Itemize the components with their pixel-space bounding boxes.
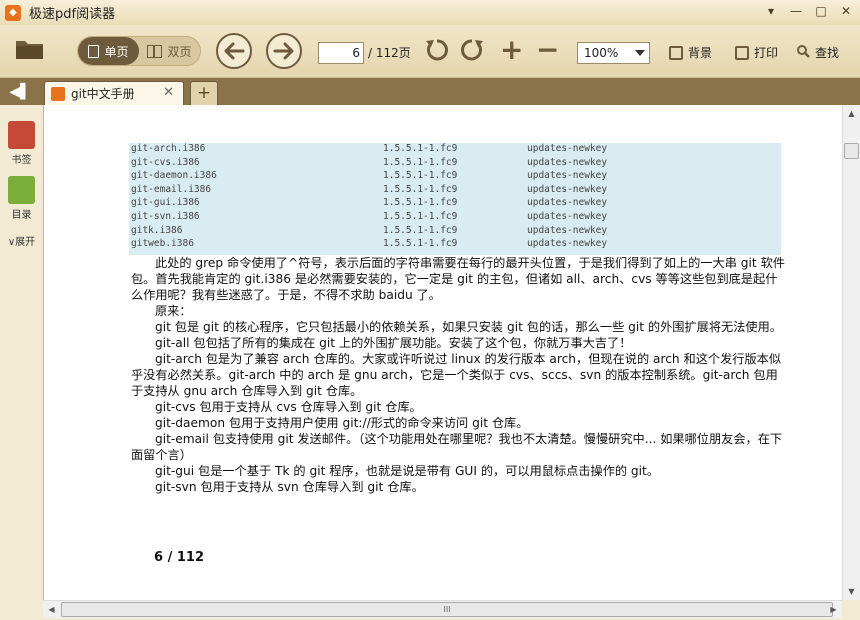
- horizontal-scroll-thumb[interactable]: III: [61, 602, 833, 617]
- bookmark-label: 书签: [11, 155, 32, 166]
- package-list: git-arch.i386 1.5.5.1-1.fc9 updates-newkey…: [129, 143, 781, 255]
- close-icon[interactable]: ✕: [838, 3, 854, 19]
- outline-button[interactable]: 目录: [0, 176, 43, 221]
- minimize-icon[interactable]: —: [788, 3, 804, 19]
- rotate-ccw-icon[interactable]: [424, 37, 450, 66]
- maximize-icon[interactable]: □: [813, 3, 829, 19]
- list-item: git-svn.i386 1.5.5.1-1.fc9 updates-newkey: [131, 210, 608, 222]
- left-sidebar: 书签 目录 ∨展开: [0, 105, 43, 620]
- chevron-down-icon: [635, 50, 645, 56]
- footer-separator: /: [167, 550, 173, 565]
- prev-page-button[interactable]: [216, 33, 252, 69]
- double-page-button[interactable]: 双页: [139, 37, 200, 65]
- single-page-label: 单页: [104, 44, 129, 59]
- list-item: git-cvs.i386 1.5.5.1-1.fc9 updates-newkey: [131, 156, 608, 168]
- bookmark-icon: [8, 121, 35, 149]
- paragraph: git 包是 git 的核心程序，它只包括最小的依赖关系，如果只安装 git 包…: [155, 320, 782, 334]
- background-button[interactable]: 背景: [669, 44, 712, 61]
- double-page-icon: [147, 44, 163, 58]
- plus-icon[interactable]: +: [500, 36, 523, 64]
- paragraph: git-svn 包用于支持从 svn 仓库导入到 git 仓库。: [155, 480, 424, 494]
- paragraph: git-daemon 包用于支持用户使用 git://形式的命令来访问 git …: [155, 416, 529, 430]
- expand-label: 展开: [15, 237, 36, 248]
- toolbar: 单页 双页 6 / 112页 + − 100% 背景 打印 查找: [0, 25, 860, 78]
- folder-icon[interactable]: [14, 36, 46, 62]
- new-tab-button[interactable]: +: [190, 81, 218, 105]
- scroll-up-icon[interactable]: ▲: [843, 105, 860, 122]
- footer-page-total: 112: [176, 550, 204, 565]
- pdf-file-icon: [51, 86, 65, 101]
- list-item: git-gui.i386 1.5.5.1-1.fc9 updates-newkey: [131, 197, 608, 209]
- find-button[interactable]: 查找: [796, 44, 839, 61]
- page-total-label: / 112页: [368, 46, 411, 60]
- window-controls: ▾ — □ ✕: [763, 3, 854, 19]
- minus-icon[interactable]: −: [536, 36, 559, 64]
- next-page-button[interactable]: [266, 33, 302, 69]
- paragraph: git-cvs 包用于支持从 cvs 仓库导入到 git 仓库。: [155, 400, 422, 414]
- title-bar: ◆ 极速pdf阅读器 ▾ — □ ✕: [0, 0, 860, 25]
- zoom-select[interactable]: 100%: [577, 42, 650, 64]
- menu-icon[interactable]: ▾: [763, 3, 779, 19]
- zoom-value: 100%: [584, 46, 619, 60]
- expand-button[interactable]: ∨展开: [0, 233, 43, 248]
- arrow-right-icon: [273, 42, 294, 60]
- list-item: git-daemon.i386 1.5.5.1-1.fc9 updates-newk…: [131, 170, 608, 182]
- bookmark-button[interactable]: 书签: [0, 121, 43, 166]
- list-item: git-arch.i386 1.5.5.1-1.fc9 updates-newkey: [131, 143, 608, 154]
- window-title: 极速pdf阅读器: [29, 7, 116, 22]
- page-number-input[interactable]: 6: [318, 42, 364, 64]
- footer-page-number: 6: [154, 550, 164, 565]
- arrow-left-icon: [224, 42, 245, 60]
- list-item: git-email.i386 1.5.5.1-1.fc9 updates-newke…: [131, 183, 608, 195]
- page-footer: 6 / 112: [154, 550, 204, 565]
- sidebar-toggle-icon[interactable]: ◀▌: [0, 78, 40, 105]
- scroll-left-icon[interactable]: ◀: [43, 601, 60, 618]
- scroll-down-icon[interactable]: ▼: [843, 583, 860, 600]
- find-label: 查找: [815, 46, 840, 60]
- view-mode-toggle: 单页 双页: [77, 36, 201, 66]
- paragraph: git-gui 包是一个基于 Tk 的 git 程序，也就是说是带有 GUI 的…: [155, 464, 660, 478]
- rotate-cw-icon[interactable]: [459, 37, 485, 66]
- paragraph: 此处的 grep 命令使用了^符号，表示后面的字符串需要在每行的最开头位置，于是…: [131, 256, 785, 302]
- tab-git-manual[interactable]: git中文手册 ✕: [44, 81, 184, 105]
- document-body: 此处的 grep 命令使用了^符号，表示后面的字符串需要在每行的最开头位置，于是…: [131, 255, 786, 495]
- scroll-right-icon[interactable]: ▶: [825, 601, 842, 618]
- paragraph: git-all 包包括了所有的集成在 git 上的外围扩展功能。安装了这个包，你…: [155, 336, 632, 350]
- tab-label: git中文手册: [71, 87, 135, 101]
- single-page-icon: [88, 44, 100, 58]
- paragraph: 原来：: [155, 304, 192, 318]
- printer-icon: [735, 45, 749, 60]
- scrollbar-corner: [842, 600, 860, 620]
- double-page-label: 双页: [167, 44, 192, 59]
- outline-label: 目录: [11, 210, 32, 221]
- paragraph: git-email 包支持使用 git 发送邮件。（这个功能用处在哪里呢？我也不…: [131, 432, 783, 462]
- print-button[interactable]: 打印: [735, 44, 778, 61]
- single-page-button[interactable]: 单页: [78, 37, 139, 65]
- list-item: gitweb.i386 1.5.5.1-1.fc9 updates-newkey: [131, 238, 608, 250]
- paragraph: git-arch 包是为了兼容 arch 仓库的。大家或许听说过 linux 的…: [131, 352, 782, 398]
- vertical-scroll-thumb[interactable]: [844, 143, 859, 159]
- document-viewport[interactable]: git-arch.i386 1.5.5.1-1.fc9 updates-newkey…: [43, 105, 842, 600]
- tab-strip: ◀▌ git中文手册 ✕ +: [0, 78, 860, 105]
- background-label: 背景: [688, 46, 713, 60]
- background-icon: [669, 45, 683, 60]
- search-icon: [796, 44, 810, 61]
- outline-icon: [8, 176, 35, 204]
- vertical-scrollbar[interactable]: ▲ ▼: [842, 105, 860, 600]
- list-item: gitk.i386 1.5.5.1-1.fc9 updates-newkey: [131, 224, 608, 236]
- print-label: 打印: [754, 46, 779, 60]
- pdf-app-icon: ◆: [5, 4, 21, 21]
- close-tab-icon[interactable]: ✕: [163, 85, 174, 100]
- horizontal-scrollbar[interactable]: ◀ III ▶: [43, 600, 842, 618]
